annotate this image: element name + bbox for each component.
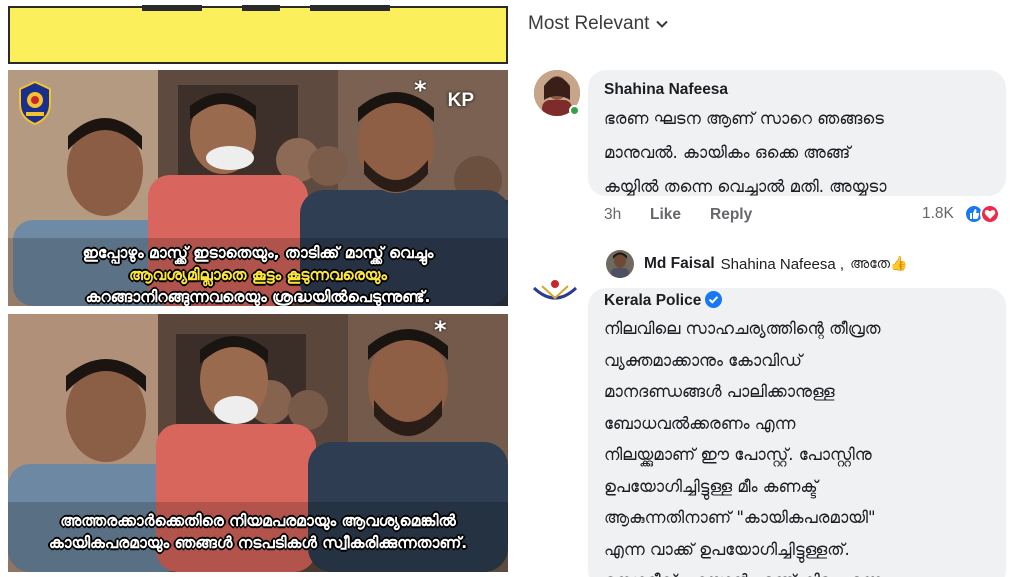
comment-text-line: നിലയ്ക്കുമാണ് ഈ പോസ്റ്റ്. പോസ്റ്റിനു [604,445,872,464]
comment-text-line: മാനദണ്ഡങ്ങൾ പാലിക്കാനുള്ള [604,382,835,401]
comment-text-line: ആകുന്നതിനാണ് "കായികപരമായി" [604,508,876,527]
caption-line: അത്തരക്കാർക്കെതിരെ നിയമപരമായും ആവശ്യമെങ്… [60,512,456,530]
comment-author-name[interactable]: Kerala Police [604,291,723,310]
comment-text-line: വ്യക്തമാക്കാനും കോവിഡ് [604,350,802,370]
reply-avatar-photo [606,250,634,278]
comment-timestamp[interactable]: 3h [604,206,621,224]
sort-label: Most Relevant [528,13,650,34]
online-status-indicator [569,105,580,116]
star-mark: * [414,76,427,104]
police-logo-icon [19,80,51,126]
meme-panel-bottom: * അത്തരക്കാർക്കെതിരെ നിയമപരമായും ആവശ്യമെ… [8,314,508,572]
star-mark: * [434,316,447,344]
comment-text-line: നെഗറ്റീവ് പറയാൻ എന്ത് കിട്ടും എന്ന [604,565,1008,577]
comment-author-label: Kerala Police [604,292,702,309]
comment-text-line: മാനുവൽ. കായികം ഒക്കെ അങ്ങ് [604,143,851,162]
comment-text-line: ഉപയോഗിച്ചിട്ടുള്ള മീം കണക്ട് [604,476,818,496]
meme-image: * KP ഇപ്പോഴും മാസ്ക്ക് ഇടാതെയും, താടിക്ക… [8,0,508,577]
chevron-down-icon [656,20,669,28]
meme-panel-top: * KP ഇപ്പോഴും മാസ്ക്ക് ഇടാതെയും, താടിക്ക… [8,70,508,306]
comment-text: നിലവിലെ സാഹചര്യത്തിന്റെ തീവ്രത വ്യക്തമാക… [604,313,1008,577]
caption-line: കായികപരമായും ഞങ്ങൾ നടപടികൾ സ്വീകരിക്കുന്… [48,534,468,552]
sort-dropdown[interactable]: Most Relevant [528,13,669,35]
verified-badge-icon [705,291,723,308]
banner-text-fragment [242,5,280,11]
kp-mark: KP [447,90,474,111]
reply-text: അതേ👍 [850,256,908,272]
banner-text-fragment [142,5,202,11]
reply-button[interactable]: Reply [710,206,752,224]
comment-text-line: ബോധവൽക്കരണം എന്ന [604,413,796,433]
caption-line: കറങ്ങാനിറങ്ങുന്നവരെയും ശ്രദ്ധയിൽപെടുന്നു… [85,288,431,306]
kerala-police-logo-icon [532,280,578,300]
comments-panel: Most Relevant Shahina Nafeesa ഭരണ ഘടന ആണ… [520,0,1024,577]
like-button[interactable]: Like [650,206,681,224]
reply-mention-link[interactable]: Shahina Nafeesa , [721,256,844,273]
caption-line-highlight: ആവശ്യമില്ലാതെ കൂട്ടം കൂടുന്നവരെയും [128,266,388,284]
meme-caption-bottom: അത്തരക്കാർക്കെതിരെ നിയമപരമായും ആവശ്യമെങ്… [14,510,502,554]
caption-line: ഇപ്പോഴും മാസ്ക്ക് ഇടാതെയും, താടിക്ക് മാസ… [82,244,434,262]
comment-text-line: നിലവിലെ സാഹചര്യത്തിന്റെ തീവ്രത [604,319,881,338]
meme-top-banner [8,5,508,64]
love-icon [980,204,1000,224]
comment-text-line: എന്ന വാക്ക് ഉപയോഗിച്ചിട്ടുള്ളത്. [604,539,850,559]
avatar[interactable] [530,278,580,308]
reply-author-name[interactable]: Md Faisal [644,255,715,273]
comment-text: ഭരണ ഘടന ആണ് സാറെ ഞങ്ങടെ മാനുവൽ. കായികം ഒ… [604,102,1008,204]
banner-text-fragment [310,5,390,11]
comment-author-name[interactable]: Shahina Nafeesa [604,81,728,99]
reaction-count[interactable]: 1.8K [922,205,954,223]
reply-comment: Md Faisal Shahina Nafeesa , അതേ👍 [644,255,907,273]
reply-avatar[interactable] [606,250,634,278]
comment-text-line: കയ്യിൽ തന്നെ വെച്ചാൽ മതി. അയ്യടാ [604,177,887,196]
meme-caption-top: ഇപ്പോഴും മാസ്ക്ക് ഇടാതെയും, താടിക്ക് മാസ… [14,242,502,306]
comment-text-line: ഭരണ ഘടന ആണ് സാറെ ഞങ്ങടെ [604,109,884,128]
